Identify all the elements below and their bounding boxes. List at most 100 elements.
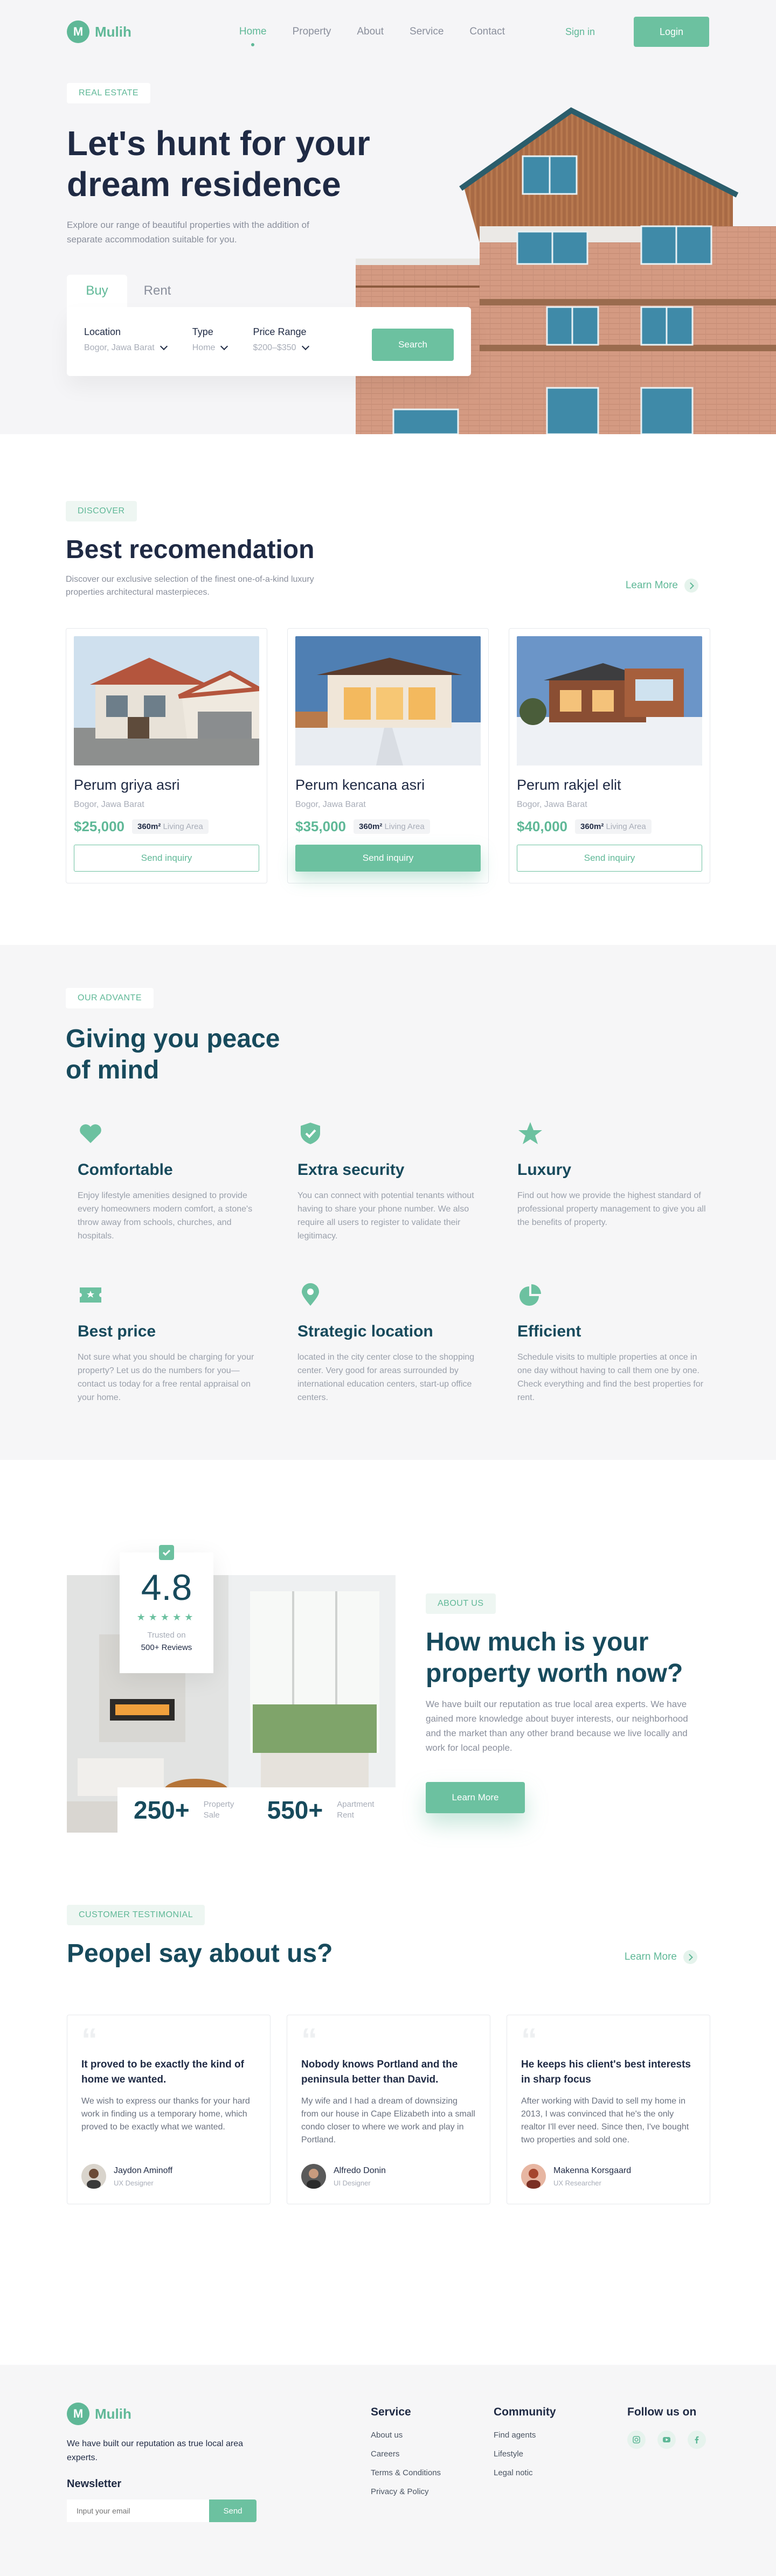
testimonial-headline: He keeps his client's best interests in … xyxy=(521,2059,691,2085)
hero-subtitle: Explore our range of beautiful propertie… xyxy=(67,220,309,245)
send-button[interactable]: Send xyxy=(209,2500,257,2522)
property-location: Bogor, Jawa Barat xyxy=(295,800,366,809)
community-title: Community xyxy=(494,2406,556,2418)
star-icon xyxy=(518,1122,542,1144)
recommend-desc: Discover our exclusive selection of the … xyxy=(66,575,314,597)
send-inquiry-button[interactable]: Send inquiry xyxy=(295,845,481,872)
nav-about[interactable]: About xyxy=(357,26,384,38)
rating-badge: 4.8 ★★★★★ Trusted on 500+ Reviews xyxy=(120,1545,213,1673)
hero-section: M Mulih Home Property About Service Cont… xyxy=(0,0,776,434)
feature-title: Efficient xyxy=(517,1322,581,1340)
footer-link-lifestyle[interactable]: Lifestyle xyxy=(494,2449,556,2459)
service-title: Service xyxy=(371,2406,411,2418)
nav-home[interactable]: Home xyxy=(239,26,267,38)
recommendation-section: DISCOVER Best recomendation Discover our… xyxy=(0,434,776,945)
heart-icon xyxy=(80,1124,101,1143)
stat-property-sale-label: Property Sale xyxy=(203,1800,234,1820)
author-name: Alfredo Donin xyxy=(334,2166,386,2175)
follow-title: Follow us on xyxy=(627,2406,697,2418)
logo[interactable]: M Mulih xyxy=(67,20,131,43)
property-price: $35,000 xyxy=(295,818,346,834)
instagram-icon[interactable] xyxy=(627,2431,646,2449)
learn-more-label: Learn More xyxy=(625,580,678,591)
tab-buy[interactable]: Buy xyxy=(67,275,127,307)
advantage-title: Giving you peace of mind xyxy=(66,1024,280,1086)
testimonial-card: “ Nobody knows Portland and the peninsul… xyxy=(287,2015,490,2204)
about-desc: We have built our reputation as true loc… xyxy=(426,1699,688,1753)
location-field[interactable]: Location Bogor, Jawa Barat xyxy=(84,326,168,353)
author-name: Jaydon Aminoff xyxy=(114,2166,173,2175)
footer-link-find-agents[interactable]: Find agents xyxy=(494,2431,556,2440)
living-area-badge: 360m² Living Area xyxy=(131,819,209,834)
location-pin-icon xyxy=(302,1283,319,1306)
hero-title-line1: Let's hunt for your xyxy=(67,124,370,163)
send-inquiry-button[interactable]: Send inquiry xyxy=(74,845,259,872)
property-title: Perum kencana asri xyxy=(295,777,425,793)
testimonial-headline: It proved to be exactly the kind of home… xyxy=(81,2059,244,2085)
footer-link-privacy[interactable]: Privacy & Policy xyxy=(371,2487,441,2496)
property-card[interactable]: Perum griya asri Bogor, Jawa Barat $25,0… xyxy=(66,628,267,883)
rating-stars: ★★★★★ xyxy=(136,1612,197,1623)
author-name: Makenna Korsgaard xyxy=(553,2166,632,2175)
nav-contact[interactable]: Contact xyxy=(469,26,504,38)
feature-title: Comfortable xyxy=(78,1161,173,1179)
check-badge-icon xyxy=(159,1545,174,1560)
testimonial-card: “ It proved to be exactly the kind of ho… xyxy=(67,2015,271,2204)
property-image xyxy=(517,636,702,765)
testimonial-learn-more-link[interactable]: Learn More xyxy=(625,1950,697,1964)
feature-desc: Not sure what you should be charging for… xyxy=(78,1353,254,1402)
location-value: Bogor, Jawa Barat xyxy=(84,343,155,352)
feature-desc: Enjoy lifestyle amenities designed to pr… xyxy=(78,1191,253,1241)
login-button[interactable]: Login xyxy=(634,17,709,47)
logo-text: Mulih xyxy=(95,23,131,40)
nav-service[interactable]: Service xyxy=(410,26,444,38)
quote-icon: “ xyxy=(301,2022,317,2058)
feature-comfortable: Comfortable Enjoy lifestyle amenities de… xyxy=(78,1120,266,1243)
facebook-icon[interactable] xyxy=(688,2431,706,2449)
testimonial-headline: Nobody knows Portland and the peninsula … xyxy=(301,2059,458,2085)
property-location: Bogor, Jawa Barat xyxy=(74,800,144,809)
type-label: Type xyxy=(192,326,213,337)
property-card[interactable]: Perum rakjel elit Bogor, Jawa Barat $40,… xyxy=(509,628,710,883)
recommend-title: Best recomendation xyxy=(66,535,315,564)
about-learn-more-button[interactable]: Learn More xyxy=(426,1782,525,1813)
property-title: Perum rakjel elit xyxy=(517,777,621,793)
chevron-down-icon xyxy=(160,342,168,351)
property-image xyxy=(74,636,267,765)
send-inquiry-button[interactable]: Send inquiry xyxy=(517,845,702,872)
area-label: Living Area xyxy=(384,822,425,831)
nav-property[interactable]: Property xyxy=(293,26,331,38)
stats-bar: 250+ Property Sale 550+ Apartment Rent xyxy=(117,1787,396,1833)
feature-title: Luxury xyxy=(517,1161,572,1179)
footer-link-terms[interactable]: Terms & Conditions xyxy=(371,2468,441,2477)
stat-apartment-rent-label: Apartment Rent xyxy=(337,1800,375,1820)
learn-more-link[interactable]: Learn More xyxy=(626,579,698,593)
signin-link[interactable]: Sign in xyxy=(565,26,595,38)
property-card[interactable]: Perum kencana asri Bogor, Jawa Barat $35… xyxy=(287,628,489,883)
price-range-field[interactable]: Price Range $200–$350 xyxy=(253,326,309,353)
footer-link-legal[interactable]: Legal notic xyxy=(494,2468,556,2477)
testimonials-section: CUSTOMER TESTIMONIAL Peopel say about us… xyxy=(0,1905,776,2365)
testimonial-tag: CUSTOMER TESTIMONIAL xyxy=(67,1905,205,1925)
avatar xyxy=(521,2164,546,2189)
footer-logo[interactable]: M Mulih xyxy=(67,2403,131,2425)
feature-efficient: Efficient Schedule visits to multiple pr… xyxy=(517,1282,706,1404)
property-title: Perum griya asri xyxy=(74,777,180,793)
about-title-line2: property worth now? xyxy=(426,1659,683,1688)
footer-link-about-us[interactable]: About us xyxy=(371,2431,441,2440)
about-title-line1: How much is your xyxy=(426,1628,649,1656)
ticket-icon xyxy=(80,1287,101,1303)
feature-strategic-location: Strategic location located in the city c… xyxy=(297,1282,486,1404)
arrow-right-icon xyxy=(683,1950,697,1964)
email-input[interactable] xyxy=(67,2500,209,2522)
newsletter-form: Send xyxy=(67,2500,257,2522)
property-image xyxy=(295,636,481,765)
youtube-icon[interactable] xyxy=(657,2431,676,2449)
hero-house-image xyxy=(356,102,776,434)
search-button[interactable]: Search xyxy=(372,329,454,361)
price-range-value: $200–$350 xyxy=(253,343,296,352)
type-field[interactable]: Type Home xyxy=(192,326,228,353)
footer-link-careers[interactable]: Careers xyxy=(371,2449,441,2459)
tab-rent[interactable]: Rent xyxy=(127,275,188,307)
buy-rent-tabs: Buy Rent xyxy=(67,275,188,307)
